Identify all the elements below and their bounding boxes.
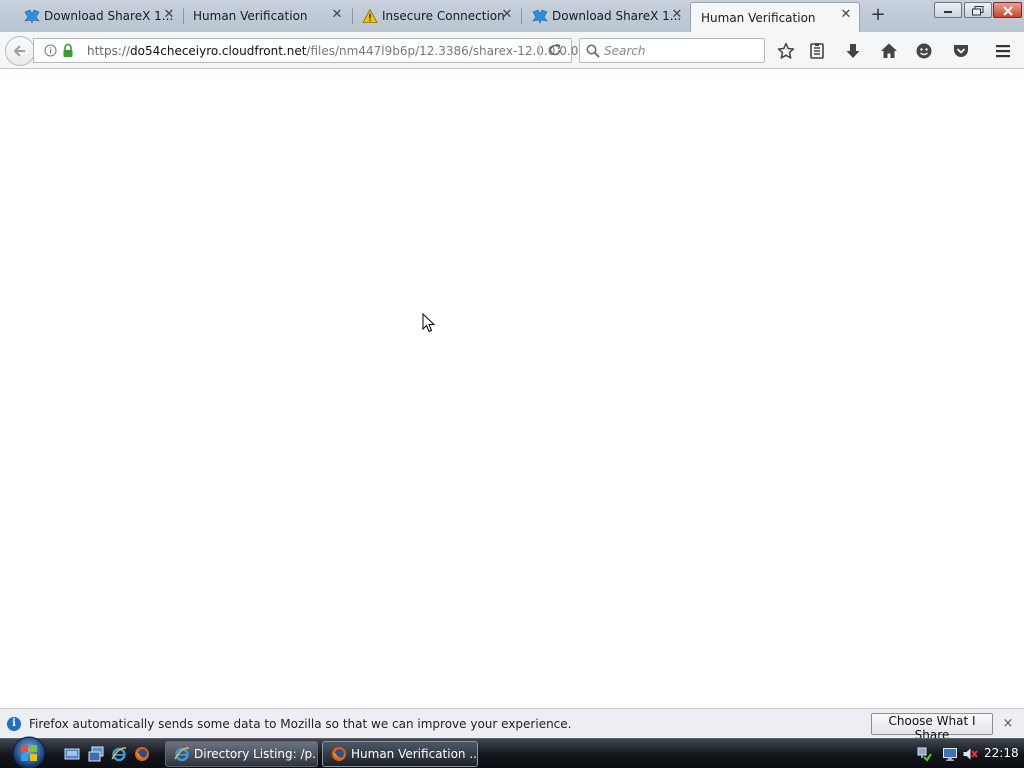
reading-list-icon[interactable] — [806, 40, 828, 62]
search-input[interactable] — [604, 42, 759, 59]
padlock-icon[interactable] — [62, 43, 74, 61]
ie-icon — [174, 746, 190, 762]
sharex-icon — [532, 8, 548, 24]
tab-close-icon[interactable]: ✕ — [330, 8, 344, 22]
notification-close-icon[interactable]: × — [1001, 717, 1015, 731]
close-window-button[interactable] — [993, 2, 1022, 18]
restore-button[interactable] — [964, 2, 992, 18]
taskbar: Directory Listing: /p... Human Verificat… — [0, 735, 1024, 768]
tab-close-icon[interactable]: ✕ — [500, 8, 514, 22]
tab-label: Insecure Connection — [382, 9, 505, 23]
hello-icon[interactable] — [913, 40, 935, 62]
page-content[interactable] — [0, 70, 1024, 708]
tab-insecure-connection[interactable]: Insecure Connection ✕ — [360, 3, 520, 29]
taskbar-clock[interactable]: 22:18 — [984, 746, 1019, 760]
start-button[interactable] — [8, 735, 50, 768]
tab-separator — [521, 8, 522, 24]
volume-muted-icon[interactable] — [962, 746, 978, 762]
bookmark-star-icon[interactable] — [775, 40, 797, 62]
mouse-cursor-icon — [422, 312, 436, 336]
sharex-icon — [24, 8, 40, 24]
tab-label: Human Verification — [701, 10, 816, 25]
choose-what-i-share-button[interactable]: Choose What I Share — [871, 713, 993, 742]
tab-separator — [352, 8, 353, 24]
search-bar[interactable] — [579, 38, 765, 63]
pocket-icon[interactable] — [950, 40, 972, 62]
tab-label: Human Verification — [193, 9, 308, 23]
tab-close-icon[interactable]: ✕ — [839, 8, 853, 22]
navigation-toolbar: https://do54checeiyro.cloudfront.net/fil… — [0, 32, 1024, 69]
network-icon[interactable] — [916, 746, 932, 762]
telemetry-notification-bar: i Firefox automatically sends some data … — [0, 708, 1024, 742]
info-icon: i — [7, 717, 21, 731]
ie-icon[interactable] — [111, 746, 127, 762]
tab-download-sharex-1[interactable]: Download ShareX 1... ✕ — [22, 3, 182, 29]
tab-label: Download ShareX 1... — [552, 9, 682, 23]
url-divider — [539, 42, 540, 59]
url-host: do54checeiyro.cloudfront.net — [130, 44, 307, 58]
monitor-icon[interactable] — [942, 746, 958, 762]
warning-icon — [362, 8, 378, 24]
tab-label: Download ShareX 1... — [44, 9, 174, 23]
tab-human-verification-1[interactable]: Human Verification ✕ — [170, 3, 350, 29]
notification-text: Firefox automatically sends some data to… — [29, 717, 572, 731]
url-path: /files/nm447l9b6p/12.3386/sharex-12.0.0.… — [306, 44, 579, 58]
url-scheme: https:// — [87, 44, 131, 58]
taskbar-item-label: Directory Listing: /p... — [194, 747, 318, 761]
site-info-icon[interactable] — [44, 44, 57, 60]
url-text[interactable]: https://do54checeiyro.cloudfront.net/fil… — [87, 44, 578, 58]
tab-human-verification-active[interactable]: Human Verification ✕ — [690, 2, 860, 32]
back-arrow-icon — [13, 45, 25, 57]
tab-strip: Download ShareX 1... ✕ Human Verificatio… — [0, 0, 1024, 32]
show-desktop-icon[interactable] — [64, 746, 80, 762]
taskbar-item-directory-listing[interactable]: Directory Listing: /p... — [165, 741, 318, 767]
new-tab-button[interactable]: + — [868, 6, 888, 26]
firefox-icon[interactable] — [134, 746, 150, 762]
downloads-icon[interactable] — [842, 40, 864, 62]
search-icon — [586, 44, 600, 61]
switch-windows-icon[interactable] — [88, 746, 104, 762]
taskbar-item-human-verification[interactable]: Human Verification ... — [322, 741, 478, 767]
url-bar[interactable]: https://do54checeiyro.cloudfront.net/fil… — [33, 38, 578, 63]
taskbar-item-label: Human Verification ... — [351, 747, 478, 761]
home-icon[interactable] — [878, 40, 900, 62]
tab-close-icon[interactable]: ✕ — [670, 8, 684, 22]
menu-icon[interactable] — [992, 40, 1014, 62]
firefox-icon — [331, 746, 347, 762]
tab-download-sharex-2[interactable]: Download ShareX 1... ✕ — [530, 3, 690, 29]
minimize-button[interactable] — [934, 2, 962, 18]
back-button[interactable] — [5, 36, 35, 66]
reload-icon[interactable] — [548, 43, 562, 60]
